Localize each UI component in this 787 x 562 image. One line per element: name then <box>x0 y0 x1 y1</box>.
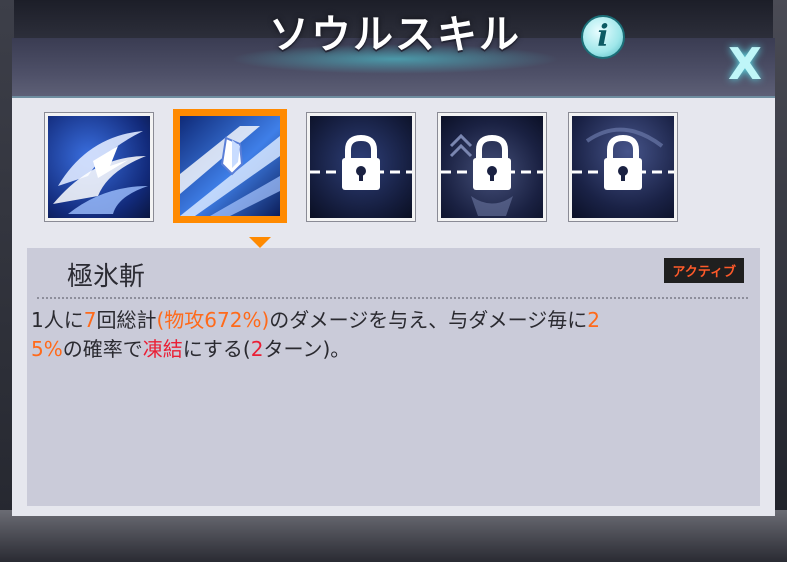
skill-list <box>45 112 705 248</box>
skill-name: 極氷斬 <box>67 262 146 292</box>
desc-highlight: 7 <box>83 308 97 332</box>
ice-slash-icon <box>180 126 280 216</box>
skill-description: 1人に7回総計(物攻672%)のダメージを与え、与ダメージ毎に2 5%の確率で凍結… <box>31 306 751 364</box>
background-bottom <box>0 510 787 562</box>
desc-highlight: 5% <box>31 337 63 361</box>
desc-text: の確率で <box>62 337 143 361</box>
skill-slot-4-locked[interactable] <box>438 113 546 221</box>
selection-pointer <box>249 237 271 248</box>
skill-slot-2[interactable] <box>176 112 284 220</box>
lock-icon <box>572 127 674 190</box>
desc-text: 1人に <box>31 308 84 332</box>
lock-icon <box>310 134 412 190</box>
skill-slot-3-locked[interactable] <box>307 113 415 221</box>
desc-text: のダメージを与え、与ダメージ毎に <box>269 308 588 332</box>
desc-highlight: 凍結 <box>142 337 183 361</box>
wind-slash-icon <box>53 131 148 214</box>
info-button[interactable]: i <box>581 15 625 59</box>
skill-detail: 極氷斬 アクティブ 1人に7回総計(物攻672%)のダメージを与え、与ダメージ毎… <box>27 248 760 506</box>
background-right <box>773 0 787 562</box>
page-title: ソウルスキル <box>269 12 521 58</box>
lock-icon <box>441 133 543 216</box>
desc-highlight: 2 <box>587 308 600 332</box>
desc-text: 回総計 <box>96 308 157 332</box>
skill-slot-5-locked[interactable] <box>569 113 677 221</box>
desc-highlight: (物攻672%) <box>156 308 270 332</box>
close-button[interactable]: X <box>720 42 770 90</box>
desc-highlight: 2 <box>250 337 264 361</box>
desc-text: ターン)。 <box>263 337 351 361</box>
desc-text: にする( <box>182 337 251 361</box>
divider <box>37 297 748 299</box>
skill-slot-1[interactable] <box>45 113 153 221</box>
skill-type-badge: アクティブ <box>664 258 744 283</box>
skill-panel: 極氷斬 アクティブ 1人に7回総計(物攻672%)のダメージを与え、与ダメージ毎… <box>12 98 775 516</box>
